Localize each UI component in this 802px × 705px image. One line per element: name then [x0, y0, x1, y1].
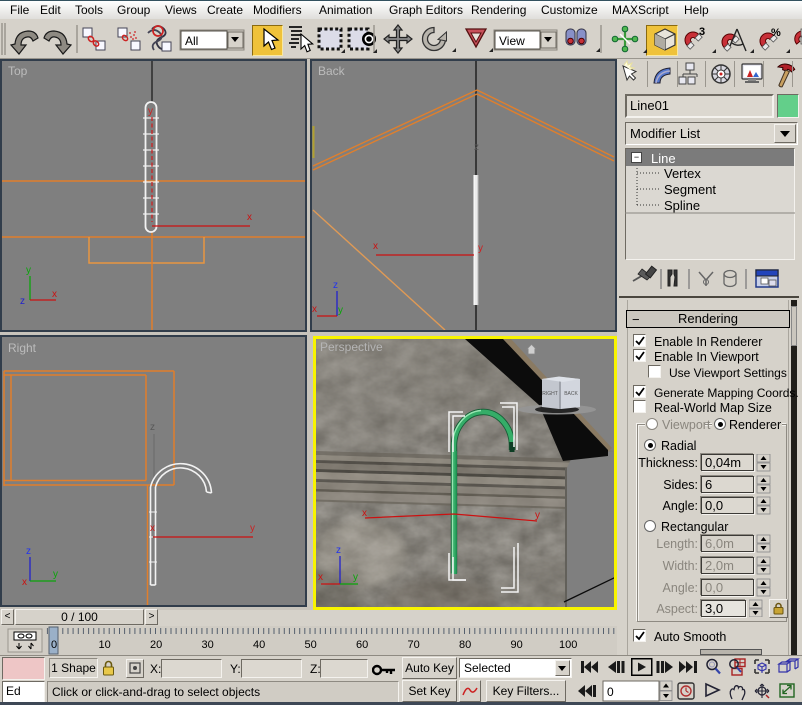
svg-text:%: % [771, 27, 781, 39]
svg-text:30: 30 [202, 639, 214, 651]
svg-text:60: 60 [356, 639, 368, 651]
svg-text:0: 0 [51, 639, 57, 651]
svg-text:y: y [26, 265, 31, 276]
svg-text:Segment: Segment [664, 182, 716, 197]
svg-text:20: 20 [150, 639, 162, 651]
svg-text:Vertex: Vertex [664, 166, 701, 181]
svg-text:0: 0 [607, 685, 614, 699]
svg-text:3: 3 [699, 26, 705, 38]
svg-text:RIGHT: RIGHT [542, 391, 558, 397]
svg-text:x: x [247, 212, 252, 223]
svg-text:y: y [353, 572, 358, 583]
svg-text:Spline: Spline [664, 198, 700, 213]
svg-text:90: 90 [511, 639, 523, 651]
svg-text:y: y [250, 523, 255, 534]
svg-text:y: y [535, 510, 540, 521]
svg-text:x: x [150, 523, 155, 534]
svg-text:Right: Right [8, 341, 37, 355]
svg-text:100: 100 [559, 639, 577, 651]
svg-text:All: All [185, 34, 198, 48]
svg-text:y: y [478, 243, 483, 254]
svg-text:z: z [20, 296, 25, 307]
svg-text:40: 40 [253, 639, 265, 651]
svg-text:z: z [26, 546, 31, 557]
svg-text:80: 80 [459, 639, 471, 651]
svg-text:View: View [499, 34, 525, 48]
svg-text:x: x [52, 289, 57, 300]
svg-text:z: z [474, 142, 479, 153]
svg-text:y: y [148, 106, 153, 117]
svg-text:10: 10 [99, 639, 111, 651]
svg-text:x: x [318, 572, 323, 583]
svg-text:y: y [338, 305, 343, 316]
svg-text:z: z [333, 280, 338, 291]
svg-text:y: y [53, 569, 58, 580]
svg-text:Back: Back [318, 64, 346, 78]
svg-text:x: x [373, 241, 378, 252]
svg-text:BACK: BACK [564, 391, 578, 397]
svg-text:z: z [150, 422, 155, 433]
svg-text:x: x [22, 577, 27, 588]
svg-text:Top: Top [8, 64, 28, 78]
svg-text:Perspective: Perspective [320, 340, 383, 354]
svg-text:70: 70 [408, 639, 420, 651]
svg-text:z: z [336, 545, 341, 556]
svg-text:x: x [312, 304, 317, 315]
svg-text:x: x [362, 508, 367, 519]
svg-text:50: 50 [305, 639, 317, 651]
